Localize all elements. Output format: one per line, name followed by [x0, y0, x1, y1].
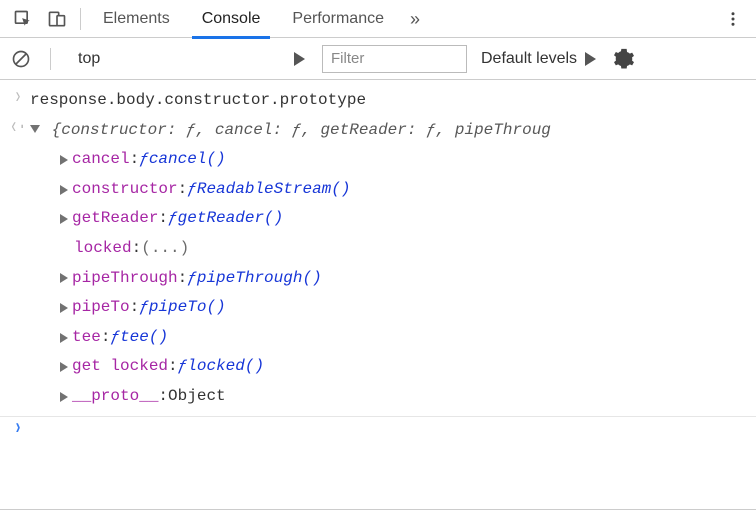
kebab-menu-icon[interactable]: [716, 0, 750, 38]
console-prompt-row[interactable]: ›: [0, 417, 756, 445]
property-key: pipeTo: [72, 293, 130, 323]
property-row[interactable]: locked: (...): [0, 234, 756, 264]
property-row[interactable]: constructor: ƒ ReadableStream(): [0, 175, 756, 205]
property-row[interactable]: __proto__: Object: [0, 382, 756, 412]
context-label: top: [78, 50, 100, 68]
property-value-name: locked(): [187, 352, 264, 382]
property-value-name: tee(): [120, 323, 168, 353]
property-value: ƒ: [187, 264, 197, 294]
property-row[interactable]: getReader: ƒ getReader(): [0, 204, 756, 234]
expand-triangle-icon[interactable]: [30, 125, 40, 133]
clear-console-icon[interactable]: [8, 46, 34, 72]
tab-elements[interactable]: Elements: [87, 0, 186, 38]
property-key: cancel: [72, 145, 130, 175]
chevron-down-icon: [294, 52, 305, 66]
tab-console[interactable]: Console: [186, 0, 277, 38]
property-value-name: ReadableStream(): [197, 175, 351, 205]
console-command[interactable]: response.body.constructor.prototype: [30, 86, 750, 116]
property-key: get locked: [72, 352, 168, 382]
property-row[interactable]: pipeThrough: ƒ pipeThrough(): [0, 264, 756, 294]
execution-context-select[interactable]: top: [67, 44, 312, 74]
console-body: › response.body.constructor.prototype ‹·…: [0, 80, 756, 444]
object-properties: cancel: ƒ cancel()constructor: ƒ Readabl…: [0, 145, 756, 411]
property-value-name: cancel(): [149, 145, 226, 175]
property-value: ƒ: [168, 204, 178, 234]
property-row[interactable]: get locked: ƒ locked(): [0, 352, 756, 382]
property-row[interactable]: cancel: ƒ cancel(): [0, 145, 756, 175]
expand-triangle-icon[interactable]: [60, 214, 68, 224]
log-levels-select[interactable]: Default levels: [477, 50, 600, 68]
expand-triangle-icon[interactable]: [60, 362, 68, 372]
devtools-tabstrip: Elements Console Performance »: [0, 0, 756, 38]
separator: [80, 8, 81, 30]
filter-input[interactable]: [322, 45, 467, 73]
console-output-row: ‹· {constructor: ƒ, cancel: ƒ, getReader…: [0, 116, 756, 146]
property-key: __proto__: [72, 382, 158, 412]
console-toolbar: top Default levels: [0, 38, 756, 80]
levels-label: Default levels: [481, 50, 577, 68]
property-value: ƒ: [178, 352, 188, 382]
tab-performance[interactable]: Performance: [276, 0, 400, 38]
property-value: Object: [168, 382, 226, 412]
expand-triangle-icon[interactable]: [60, 273, 68, 283]
expand-triangle-icon[interactable]: [60, 155, 68, 165]
property-value-name: pipeThrough(): [197, 264, 322, 294]
expand-triangle-icon[interactable]: [60, 303, 68, 313]
output-chevron-icon: ‹·: [6, 116, 30, 144]
property-row[interactable]: pipeTo: ƒ pipeTo(): [0, 293, 756, 323]
property-key: constructor: [72, 175, 178, 205]
property-value: ƒ: [110, 323, 120, 353]
property-row[interactable]: tee: ƒ tee(): [0, 323, 756, 353]
property-value: ƒ: [139, 145, 149, 175]
tab-overflow[interactable]: »: [400, 0, 430, 38]
property-value: ƒ: [187, 175, 197, 205]
property-value-name: pipeTo(): [149, 293, 226, 323]
property-key: locked: [74, 234, 132, 264]
property-value-name: getReader(): [178, 204, 284, 234]
device-toolbar-icon[interactable]: [40, 0, 74, 38]
expand-triangle-icon[interactable]: [60, 333, 68, 343]
prompt-chevron-icon: ›: [6, 417, 30, 445]
object-preview[interactable]: {constructor: ƒ, cancel: ƒ, getReader: ƒ…: [30, 116, 750, 146]
chevron-down-icon: [585, 52, 596, 66]
property-key: tee: [72, 323, 101, 353]
property-key: getReader: [72, 204, 158, 234]
property-key: pipeThrough: [72, 264, 178, 294]
console-input-row: › response.body.constructor.prototype: [0, 86, 756, 116]
gear-icon[interactable]: [610, 45, 638, 73]
separator: [50, 48, 51, 70]
expand-triangle-icon[interactable]: [60, 392, 68, 402]
expand-triangle-icon[interactable]: [60, 185, 68, 195]
property-value: ƒ: [139, 293, 149, 323]
property-value: (...): [141, 234, 189, 264]
inspect-element-icon[interactable]: [6, 0, 40, 38]
